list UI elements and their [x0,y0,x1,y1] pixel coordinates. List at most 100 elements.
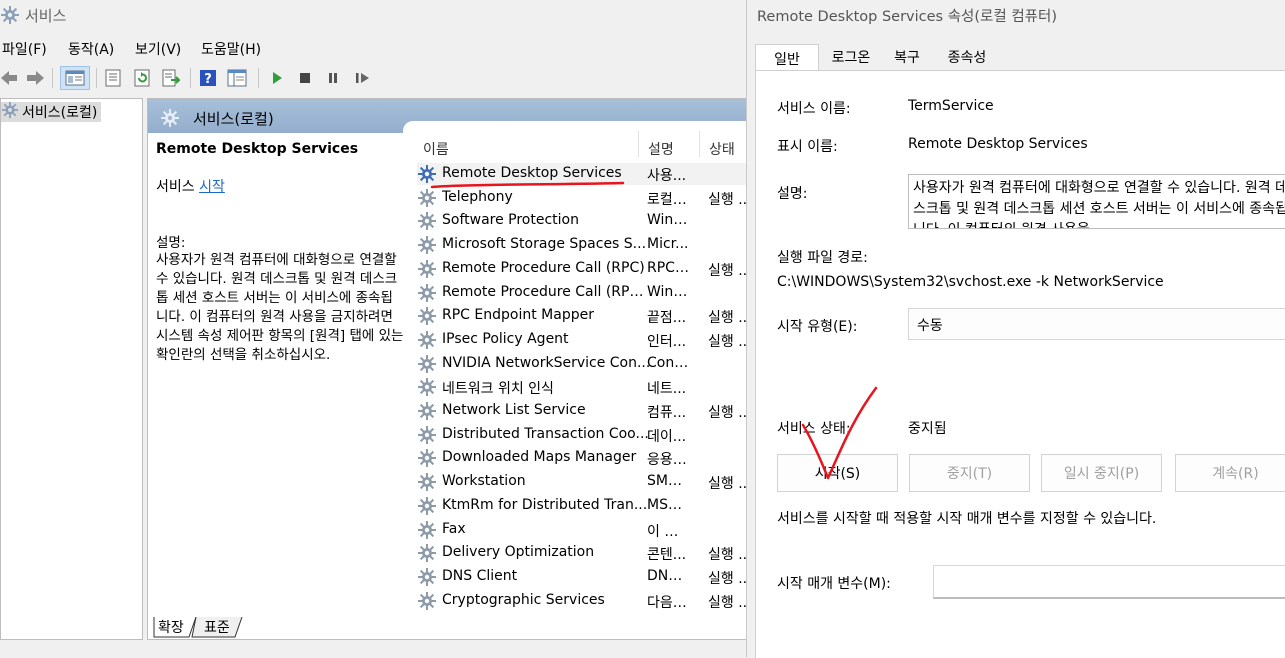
column-header-description[interactable]: 설명 [648,139,674,159]
console-tree-icon[interactable] [60,66,90,90]
service-row-name: IPsec Policy Agent [442,330,569,347]
properties-sheet-icon[interactable] [102,66,124,90]
stop-button[interactable]: 중지(T) [909,454,1030,492]
service-row[interactable]: Fax 이 컴... [417,519,746,541]
menu-view[interactable]: 보기(V) [135,39,181,59]
service-row[interactable]: Remote Procedure Call (RPC...Wind... [417,282,746,307]
startup-type-select[interactable]: 수동 [908,308,1285,340]
description-textbox[interactable]: 사용자가 원격 컴퓨터에 대화형으로 연결할 수 있습니다. 원격 데스크톱 및… [908,174,1285,229]
service-row[interactable]: Cryptographic Services 다음 ... 실행 ... [417,590,746,615]
tree-item-services-local[interactable]: 서비스(로컬) [1,101,102,122]
restart-service-icon[interactable] [351,66,375,90]
display-name-value: Remote Desktop Services [908,136,1088,152]
start-button[interactable]: 시작(S) [777,454,898,492]
service-row-description: 끝점... [647,310,687,327]
tab-general[interactable]: 일반 [755,44,819,72]
service-row-description: 데이... [647,428,687,445]
tab-logon[interactable]: 로그온 [821,44,881,70]
service-row-description: 로컬 ... [647,191,689,208]
service-row-name: Network List Service [442,402,586,418]
start-service-icon[interactable] [267,66,287,90]
detail-description-label: 설명: [156,235,186,251]
service-row-description: RPCS... [647,259,689,276]
view-tabs: 확장 표준 [152,617,352,639]
menu-file[interactable]: 파일(F) [2,39,47,59]
title-bar: 서비스 [0,0,750,32]
service-row[interactable]: 네트워크 위치 인식 네트... [417,376,746,401]
service-row-status: 실행 ... [708,333,747,350]
service-gear-icon [417,354,437,378]
service-gear-icon [417,591,437,615]
service-row[interactable]: Microsoft Storage Spaces S... Micr... [417,234,746,256]
column-header-name[interactable]: 이름 [423,139,449,159]
service-row[interactable]: Network List Service 컴퓨... 실행 ... [417,400,747,422]
service-name-value: TermService [908,98,994,114]
service-row-description: 인터... [647,333,687,350]
export-list-icon[interactable] [160,66,182,90]
start-params-hint: 서비스를 시작할 때 적용할 시작 매개 변수를 지정할 수 있습니다. [777,511,1157,527]
service-row-description: Wind... [647,283,689,300]
detail-start-prefix: 서비스 [156,179,200,195]
service-row-status: 실행 ... [708,310,747,327]
tree-item-label: 서비스(로컬) [22,105,98,121]
help-icon[interactable]: ? [197,66,219,90]
refresh-icon[interactable] [131,66,153,90]
resume-button[interactable]: 계속(R) [1175,454,1285,492]
tab-standard[interactable]: 표준 [204,617,230,639]
service-row-name: RPC Endpoint Mapper [442,307,594,324]
service-row[interactable]: Telephony 로컬 ... 실행 ... [417,187,747,209]
service-gear-icon [417,567,437,591]
service-row-status: 실행 ... [708,191,747,208]
description-label: 설명: [777,186,808,202]
detail-description-text: 사용자가 원격 컴퓨터에 대화형으로 연결할 수 있습니다. 원격 데스크톱 및… [156,252,404,363]
svg-text:?: ? [204,72,212,87]
service-row[interactable]: Remote Desktop Services 사용... [417,163,746,185]
tab-extended[interactable]: 확장 [158,617,184,639]
service-row-name: KtmRm for Distributed Tran... [442,496,648,513]
service-row[interactable]: IPsec Policy Agent 인터... 실행 ... [417,329,747,351]
service-gear-icon [417,283,437,307]
service-gear-icon [417,211,437,235]
detail-service-name: Remote Desktop Services [156,141,359,157]
content-pane: 서비스(로컬) Remote Desktop Services 서비스 시작 설… [147,98,747,640]
service-row-description: 다음 ... [647,594,689,611]
service-row[interactable]: Distributed Transaction Coo... 데이... [417,424,746,449]
tab-recovery[interactable]: 복구 [881,44,933,70]
service-gear-icon [417,306,437,330]
pause-button[interactable]: 일시 중지(P) [1041,454,1162,492]
service-row[interactable]: Software Protection Wind... [417,210,746,235]
menu-help[interactable]: 도움말(H) [201,39,261,59]
service-row-name: Microsoft Storage Spaces S... [442,236,647,253]
column-header-status[interactable]: 상태 [709,139,735,159]
service-row[interactable]: KtmRm for Distributed Tran... MSD... [417,495,746,517]
tab-dependencies[interactable]: 종속성 [935,44,999,70]
service-row-status: 실행 ... [708,405,747,421]
service-row-description: 사용... [647,168,687,184]
pause-service-icon[interactable] [323,66,343,90]
service-gear-icon [417,448,437,472]
service-row-description: DNS ... [647,567,689,584]
service-row[interactable]: Downloaded Maps Manager 응용 ... [417,447,746,472]
service-row[interactable]: Workstation SMB ... 실행 ... [417,471,746,493]
service-gear-icon [417,543,437,567]
service-row-description: 이 컴... [647,523,689,540]
start-service-link[interactable]: 시작 [199,179,225,195]
menu-action[interactable]: 동작(A) [68,39,114,59]
service-row[interactable]: DNS Client DNS ... 실행 ... [417,566,746,591]
service-gear-icon [417,425,437,449]
start-params-input[interactable] [933,565,1285,599]
forward-arrow-icon[interactable] [24,66,46,90]
stop-service-icon[interactable] [295,66,315,90]
service-row-description: SMB ... [647,473,689,490]
service-row[interactable]: RPC Endpoint Mapper 끝점... 실행 ... [417,305,747,330]
startup-type-value: 수동 [917,318,943,334]
service-row[interactable]: NVIDIA NetworkService Con... Cont... [417,353,746,378]
service-gear-icon [417,377,437,401]
window-title: 서비스 [25,7,67,25]
service-row[interactable]: Remote Procedure Call (RPC)RPCS... 실행 ... [417,258,746,280]
back-arrow-icon[interactable] [0,66,18,90]
service-row[interactable]: Delivery Optimization 콘텐... 실행 ... [417,542,746,567]
view-pane-icon[interactable] [225,66,249,90]
service-row-name: Telephony [442,188,513,205]
service-row-name: Distributed Transaction Coo... [442,425,649,442]
